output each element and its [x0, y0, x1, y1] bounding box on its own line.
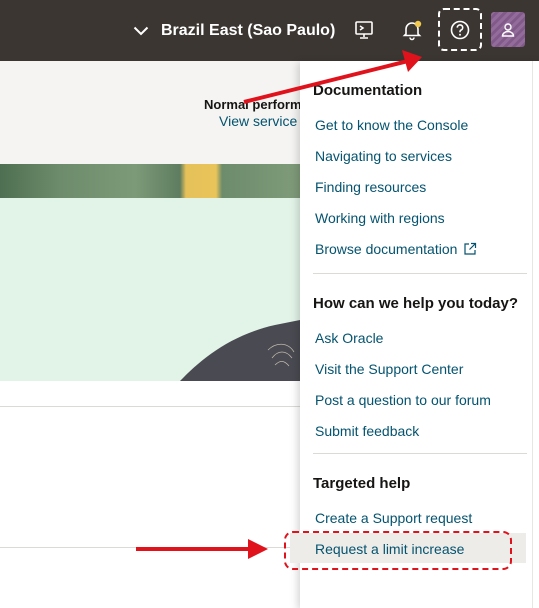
- support-heading: How can we help you today?: [313, 295, 519, 312]
- menu-link-browse-documentation[interactable]: Browse documentation: [315, 241, 477, 257]
- region-label: Brazil East (Sao Paulo): [161, 22, 336, 39]
- divider: [0, 406, 300, 407]
- help-menu: Documentation Get to know the Console Na…: [300, 61, 539, 608]
- menu-link-support-center[interactable]: Visit the Support Center: [315, 361, 463, 377]
- profile-button[interactable]: [491, 12, 525, 47]
- menu-divider: [313, 453, 527, 454]
- menu-link-working-with-regions[interactable]: Working with regions: [315, 210, 445, 226]
- menu-link-submit-feedback[interactable]: Submit feedback: [315, 423, 419, 439]
- external-link-icon: [464, 242, 477, 255]
- menu-divider: [313, 273, 527, 274]
- menu-link-navigating-services[interactable]: Navigating to services: [315, 148, 452, 164]
- menu-link-ask-oracle[interactable]: Ask Oracle: [315, 330, 383, 346]
- annotation-arrow-icon: [243, 50, 422, 104]
- annotation-highlight-box: [284, 531, 512, 570]
- menu-link-get-to-know-console[interactable]: Get to know the Console: [315, 117, 468, 133]
- menu-link-post-question[interactable]: Post a question to our forum: [315, 392, 491, 408]
- profile-icon: [501, 22, 515, 37]
- help-icon: [450, 20, 470, 40]
- bell-icon: [402, 20, 422, 41]
- menu-link-finding-resources[interactable]: Finding resources: [315, 179, 426, 195]
- help-button[interactable]: [444, 14, 476, 46]
- decorative-banner: [0, 164, 300, 198]
- cloud-shell-icon: [355, 21, 373, 39]
- chevron-down-icon: [133, 26, 149, 36]
- browse-documentation-label: Browse documentation: [315, 241, 458, 257]
- decorative-hill-graphic: [180, 320, 300, 381]
- targeted-help-heading: Targeted help: [313, 475, 411, 492]
- menu-scrollbar[interactable]: [532, 61, 539, 608]
- menu-link-create-support-request[interactable]: Create a Support request: [315, 510, 472, 526]
- view-service-link[interactable]: View service: [219, 113, 300, 129]
- annotation-arrow-icon: [136, 539, 268, 559]
